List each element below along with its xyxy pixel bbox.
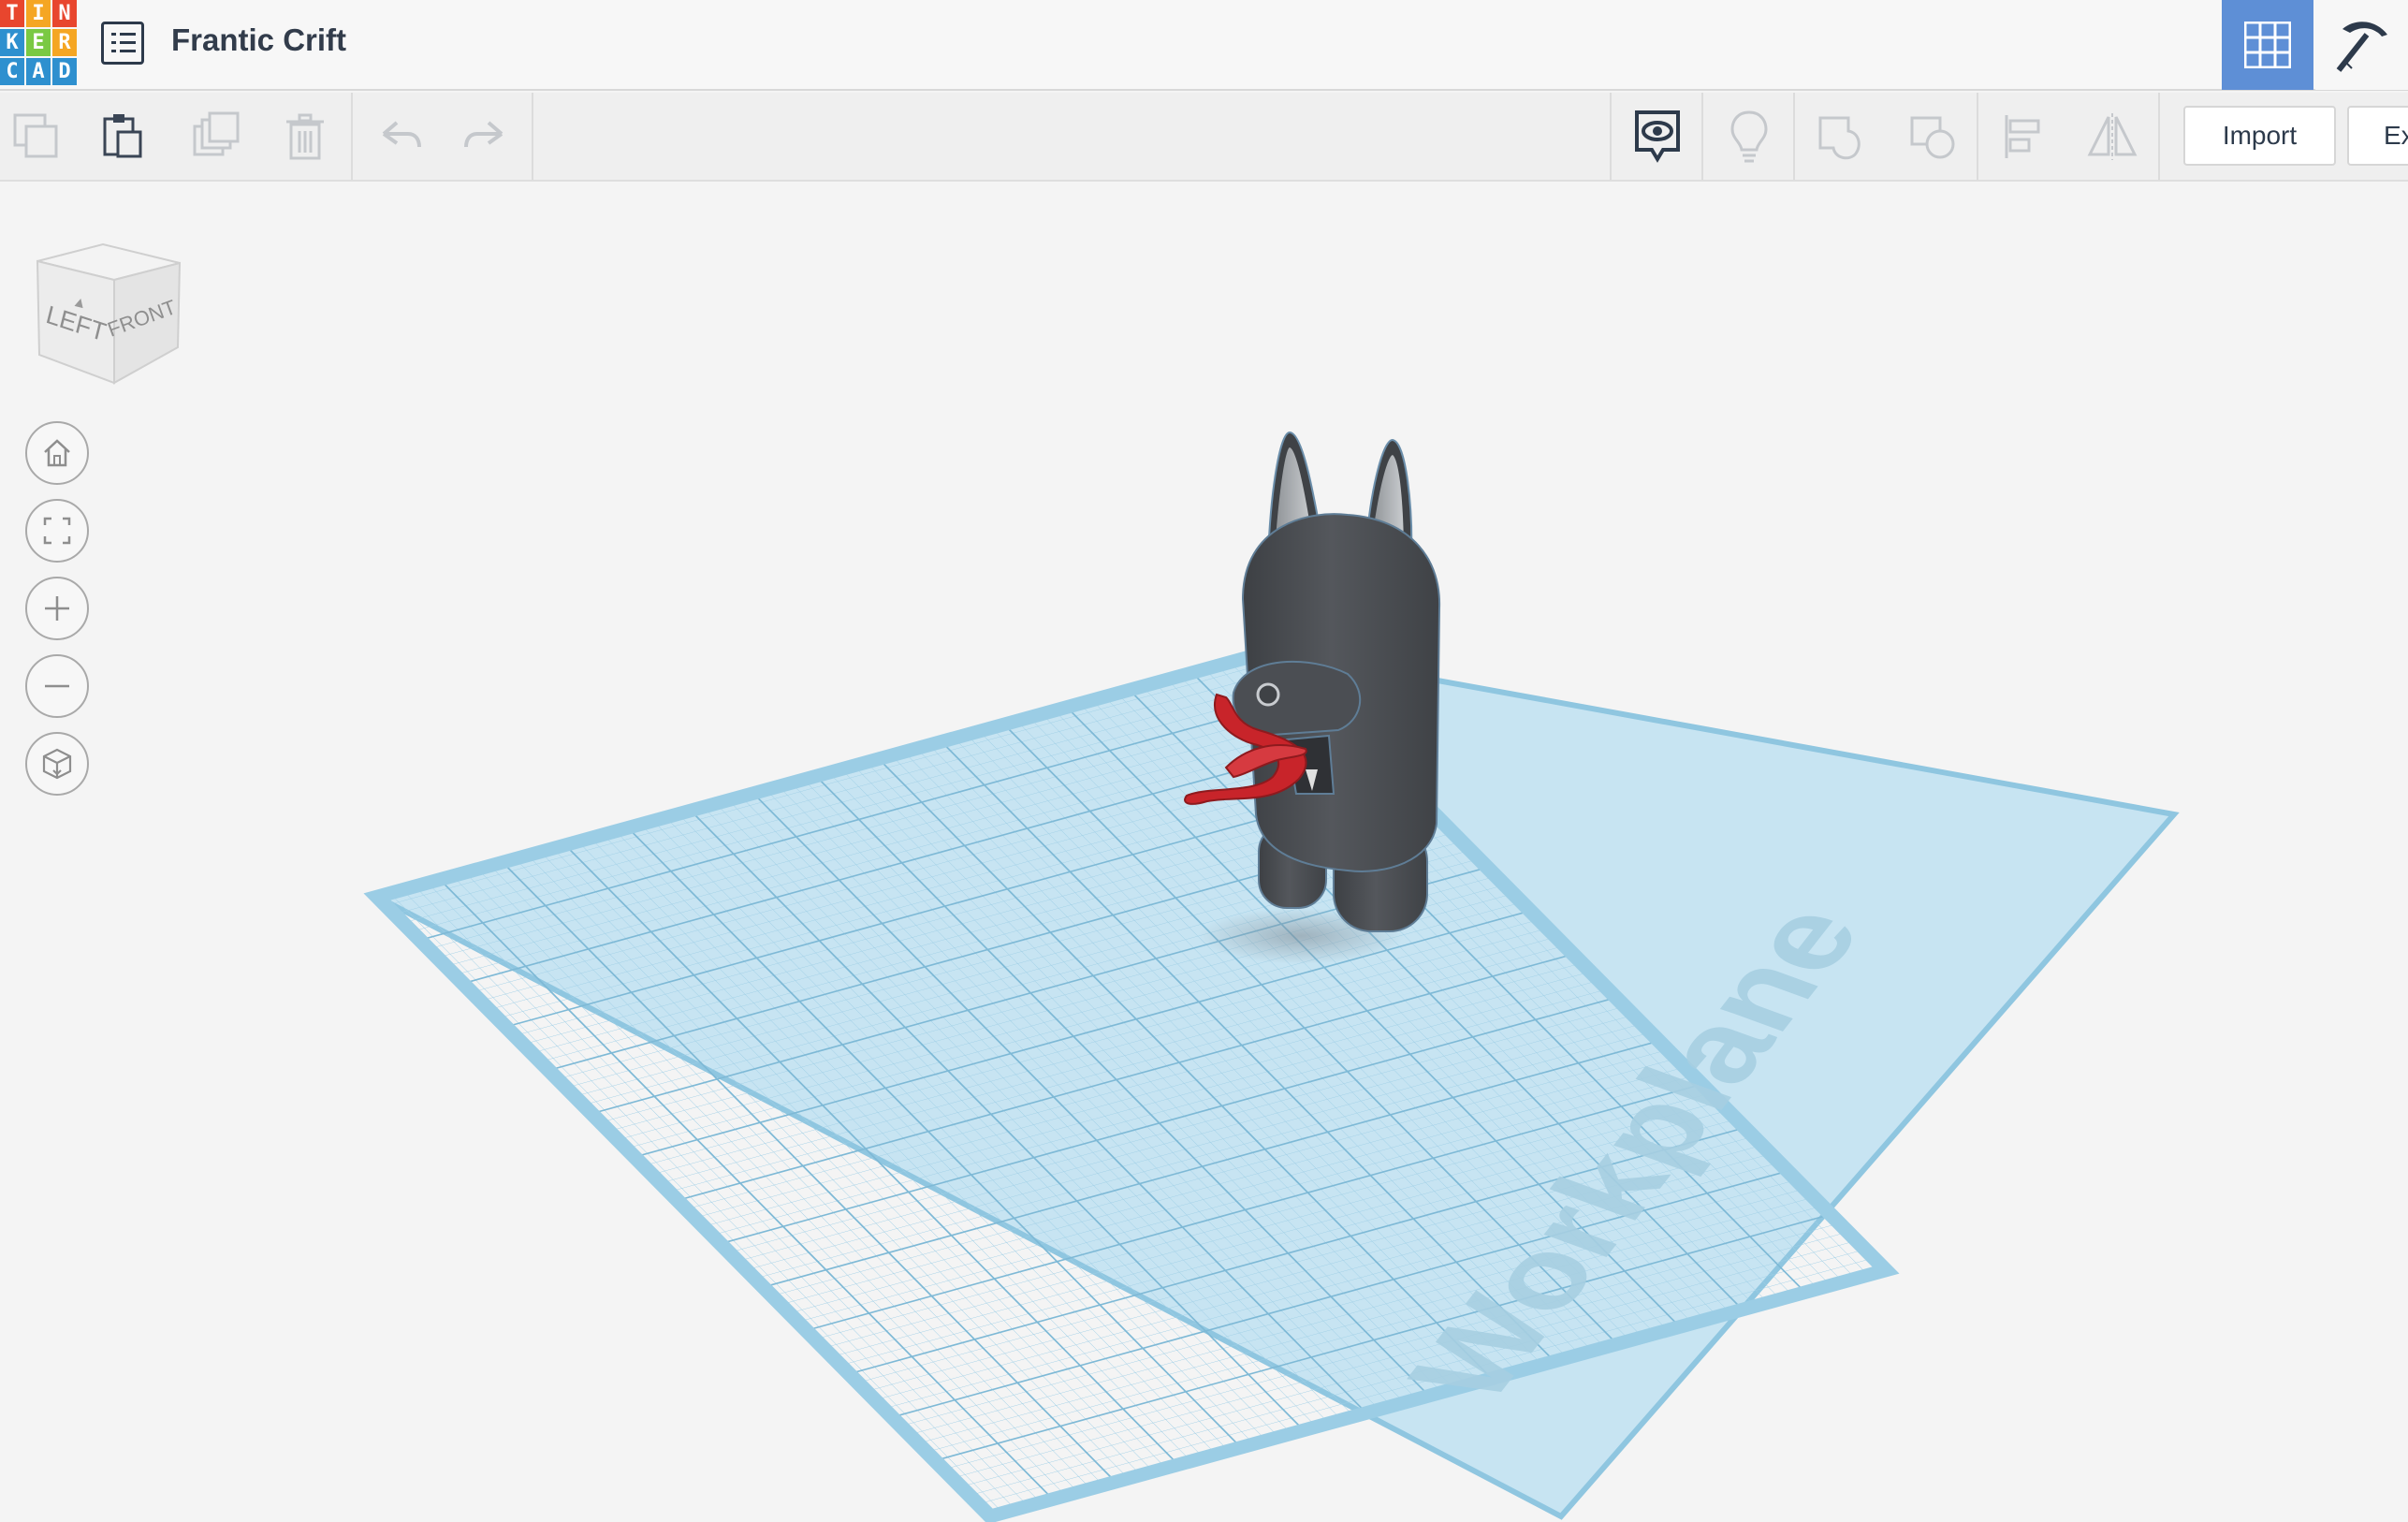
zoom-in-button[interactable] xyxy=(25,577,89,640)
toolbar-divider xyxy=(1977,93,1978,180)
zoom-in-icon xyxy=(45,596,69,621)
undo-icon xyxy=(382,121,421,148)
paste-icon xyxy=(103,114,142,158)
undo-button[interactable] xyxy=(367,104,432,169)
logo-letter: E xyxy=(26,29,51,56)
zoom-out-icon xyxy=(45,684,69,688)
align-icon xyxy=(2005,115,2040,158)
edit-toolbar: Import Ex xyxy=(0,93,2408,182)
logo-letter: C xyxy=(0,58,24,85)
copy-button[interactable] xyxy=(4,104,69,169)
toolbar-divider xyxy=(1701,93,1703,180)
list-icon[interactable] xyxy=(101,22,144,65)
home-view-button[interactable] xyxy=(25,421,89,485)
redo-button[interactable] xyxy=(453,104,518,169)
tinkercad-logo[interactable]: TIN KER CAD xyxy=(0,0,77,85)
toolbar-divider xyxy=(2158,93,2160,180)
mirror-button[interactable] xyxy=(2080,104,2145,169)
paste-button[interactable] xyxy=(90,104,155,169)
minecraft-button[interactable] xyxy=(2315,0,2408,90)
notes-button[interactable] xyxy=(1716,104,1782,169)
grid-view-icon xyxy=(2244,22,2291,68)
delete-button[interactable] xyxy=(272,104,338,169)
logo-letter: T xyxy=(0,0,24,27)
logo-letter: D xyxy=(52,58,77,85)
toolbar-divider xyxy=(1793,93,1795,180)
toolbar-divider xyxy=(1610,93,1612,180)
notes-icon xyxy=(1730,110,1768,163)
view-cube[interactable]: ▲ LEFT FRONT xyxy=(28,235,187,394)
home-view-icon xyxy=(44,439,70,467)
logo-letter: K xyxy=(0,29,24,56)
ortho-view-icon xyxy=(42,748,72,780)
ortho-view-button[interactable] xyxy=(25,732,89,796)
3d-viewport[interactable]: Workplane ▲ LEFT FRONT xyxy=(0,183,2408,1522)
group-icon xyxy=(1818,116,1861,160)
group-button[interactable] xyxy=(1808,104,1874,169)
duplicate-button[interactable] xyxy=(183,104,249,169)
redo-icon xyxy=(464,121,503,148)
duplicate-icon xyxy=(193,111,240,156)
pickaxe-icon xyxy=(2336,22,2387,72)
tinkercad-app: TIN KER CAD Frantic Crift Import Ex Workpl… xyxy=(0,0,2408,1522)
logo-letter: I xyxy=(26,0,51,27)
top-header: TIN KER CAD Frantic Crift xyxy=(0,0,2408,91)
logo-letter: R xyxy=(52,29,77,56)
import-button[interactable]: Import xyxy=(2183,106,2336,166)
ungroup-button[interactable] xyxy=(1900,104,1965,169)
zoom-out-button[interactable] xyxy=(25,654,89,718)
logo-letter: A xyxy=(26,58,51,85)
ungroup-icon xyxy=(1910,116,1955,159)
align-button[interactable] xyxy=(1992,104,2057,169)
fit-view-icon xyxy=(43,517,71,545)
copy-icon xyxy=(13,113,58,158)
toolbar-divider xyxy=(532,93,533,180)
show-all-button[interactable] xyxy=(1625,104,1690,169)
delete-icon xyxy=(286,113,324,160)
show-all-icon xyxy=(1635,110,1680,163)
fit-view-button[interactable] xyxy=(25,499,89,563)
scene-canvas[interactable]: Workplane xyxy=(0,183,2408,1522)
project-title[interactable]: Frantic Crift xyxy=(171,22,346,58)
grid-view-button[interactable] xyxy=(2222,0,2313,90)
toolbar-divider xyxy=(351,93,353,180)
mirror-icon xyxy=(2087,113,2138,160)
export-button[interactable]: Ex xyxy=(2347,106,2408,166)
logo-letter: N xyxy=(52,0,77,27)
